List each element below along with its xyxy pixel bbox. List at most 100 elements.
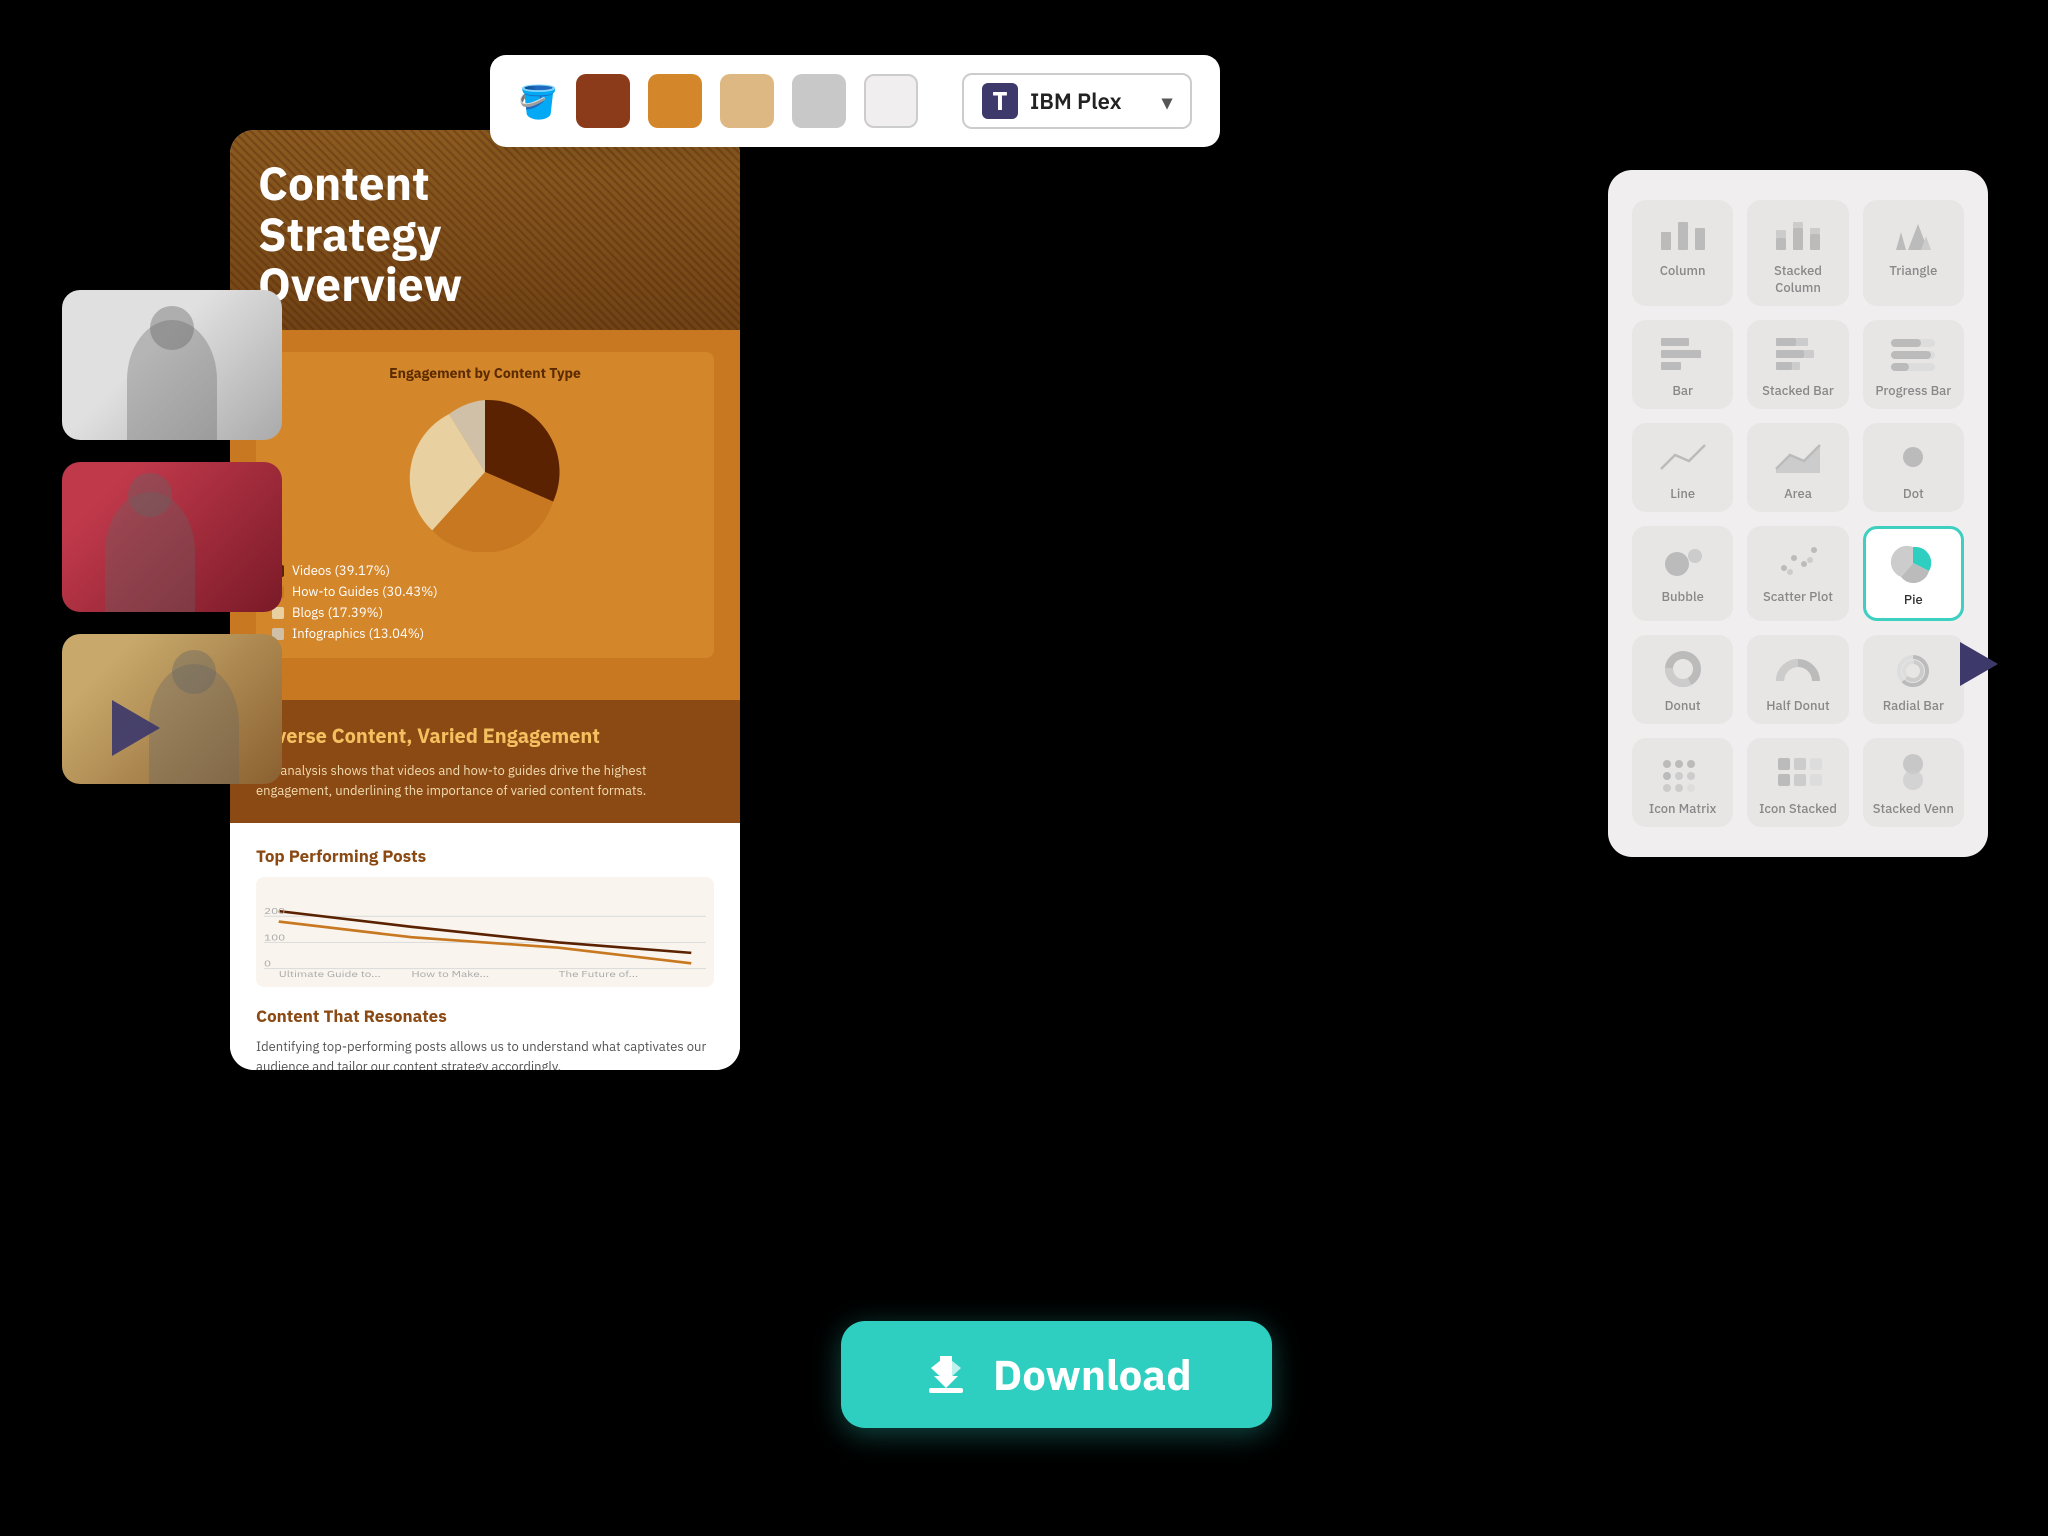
stacked-venn-icon <box>1887 752 1939 792</box>
icon-stacked-icon <box>1772 752 1824 792</box>
area-label: Area <box>1784 485 1812 502</box>
area-icon <box>1772 437 1824 477</box>
chart-type-icon-stacked[interactable]: Icon Stacked <box>1747 738 1848 827</box>
top-posts-heading: Top Performing Posts <box>256 845 714 867</box>
legend-label-howto: How-to Guides (30.43%) <box>292 583 438 600</box>
engagement-chart-box: Engagement by Content Type Video <box>256 352 714 658</box>
column-label: Column <box>1660 262 1706 279</box>
chart-type-area[interactable]: Area <box>1747 423 1848 512</box>
chart-type-dot[interactable]: Dot <box>1863 423 1964 512</box>
toolbar: 🪣 T IBM Plex ▾ <box>490 55 1220 147</box>
resonates-heading: Content That Resonates <box>256 1005 714 1027</box>
font-picker[interactable]: T IBM Plex ▾ <box>962 73 1192 129</box>
pie-legend: Videos (39.17%) How-to Guides (30.43%) B… <box>272 562 698 642</box>
color-swatch-tan[interactable] <box>720 74 774 128</box>
chart-type-column[interactable]: Column <box>1632 200 1733 306</box>
download-icon <box>921 1350 971 1400</box>
progress-bar-icon <box>1887 334 1939 374</box>
legend-label-videos: Videos (39.17%) <box>292 562 390 579</box>
chart-type-pie[interactable]: Pie <box>1863 526 1964 621</box>
pie-label: Pie <box>1904 591 1923 608</box>
card-image-3 <box>62 634 282 784</box>
infographic-white-section: Top Performing Posts Ultimate Guide to..… <box>230 823 740 1070</box>
svg-text:How to Make...: How to Make... <box>411 969 489 979</box>
triangle-icon <box>1887 214 1939 254</box>
chart-type-half-donut[interactable]: Half Donut <box>1747 635 1848 724</box>
scatter-label: Scatter Plot <box>1763 588 1833 605</box>
person-body-2 <box>105 492 195 612</box>
line-label: Line <box>1670 485 1695 502</box>
person-body-3 <box>149 664 239 784</box>
chart-type-panel: Column Stacked Column Triangle <box>1608 170 1988 857</box>
triangle-label: Triangle <box>1889 262 1937 279</box>
color-swatch-off-white[interactable] <box>864 74 918 128</box>
chart-type-bubble[interactable]: Bubble <box>1632 526 1733 621</box>
bar-icon <box>1657 334 1709 374</box>
card-image-2 <box>62 462 282 612</box>
infographic-dark-section: Diverse Content, Varied Engagement Our a… <box>230 700 740 823</box>
font-t-icon: T <box>982 83 1018 119</box>
resonates-text: Identifying top-performing posts allows … <box>256 1037 714 1070</box>
dot-label: Dot <box>1903 485 1924 502</box>
person-body-1 <box>127 320 217 440</box>
color-swatch-orange[interactable] <box>648 74 702 128</box>
svg-text:200: 200 <box>264 906 285 917</box>
chart-type-triangle[interactable]: Triangle <box>1863 200 1964 306</box>
svg-text:0: 0 <box>264 959 271 970</box>
paint-icon[interactable]: 🪣 <box>518 80 558 122</box>
infographic-title: ContentStrategyOverview <box>258 158 712 310</box>
legend-item-blogs: Blogs (17.39%) <box>272 604 698 621</box>
progress-bar-label: Progress Bar <box>1875 382 1951 399</box>
chart-type-scatter[interactable]: Scatter Plot <box>1747 526 1848 621</box>
color-swatch-light-gray[interactable] <box>792 74 846 128</box>
pie-chart <box>405 392 565 552</box>
cursor-arrow-icon <box>1960 642 1998 686</box>
play-cursor-icon <box>112 700 160 756</box>
legend-item-videos: Videos (39.17%) <box>272 562 698 579</box>
chart-type-stacked-venn[interactable]: Stacked Venn <box>1863 738 1964 827</box>
download-button[interactable]: Download <box>841 1321 1272 1428</box>
infographic-header: ContentStrategyOverview <box>230 130 740 330</box>
svg-text:Ultimate Guide to...: Ultimate Guide to... <box>279 969 381 979</box>
half-donut-label: Half Donut <box>1766 697 1830 714</box>
stacked-column-label: Stacked Column <box>1755 262 1840 296</box>
radial-bar-icon <box>1887 649 1939 689</box>
legend-label-blogs: Blogs (17.39%) <box>292 604 383 621</box>
legend-label-infographics: Infographics (13.04%) <box>292 625 424 642</box>
bubble-icon <box>1657 540 1709 580</box>
chart-type-icon-matrix[interactable]: Icon Matrix <box>1632 738 1733 827</box>
scatter-icon <box>1772 540 1824 580</box>
pie-chart-container <box>272 392 698 552</box>
chart-type-progress-bar[interactable]: Progress Bar <box>1863 320 1964 409</box>
chart-type-donut[interactable]: Donut <box>1632 635 1733 724</box>
svg-text:100: 100 <box>264 932 285 943</box>
radial-bar-label: Radial Bar <box>1883 697 1944 714</box>
stacked-venn-label: Stacked Venn <box>1873 800 1954 817</box>
chevron-down-icon: ▾ <box>1162 88 1172 115</box>
stacked-column-icon <box>1772 214 1824 254</box>
chart-type-bar[interactable]: Bar <box>1632 320 1733 409</box>
dark-section-text: Our analysis shows that videos and how-t… <box>256 761 714 801</box>
font-name: IBM Plex <box>1030 87 1122 116</box>
dark-section-headline: Diverse Content, Varied Engagement <box>256 722 714 749</box>
donut-label: Donut <box>1665 697 1701 714</box>
engagement-chart-title: Engagement by Content Type <box>272 364 698 382</box>
color-swatch-dark-brown[interactable] <box>576 74 630 128</box>
line-icon <box>1657 437 1709 477</box>
left-cards-panel <box>62 290 282 784</box>
icon-stacked-label: Icon Stacked <box>1759 800 1837 817</box>
bubble-label: Bubble <box>1661 588 1703 605</box>
chart-type-stacked-bar[interactable]: Stacked Bar <box>1747 320 1848 409</box>
infographic-orange-section: Engagement by Content Type Video <box>230 330 740 700</box>
chart-type-stacked-column[interactable]: Stacked Column <box>1747 200 1848 306</box>
chart-type-radial-bar[interactable]: Radial Bar <box>1863 635 1964 724</box>
line-chart-mini: Ultimate Guide to... How to Make... The … <box>256 877 714 987</box>
stacked-bar-label: Stacked Bar <box>1762 382 1834 399</box>
svg-text:The Future of...: The Future of... <box>559 969 639 979</box>
half-donut-icon <box>1772 649 1824 689</box>
bar-label: Bar <box>1672 382 1693 399</box>
icon-matrix-label: Icon Matrix <box>1649 800 1717 817</box>
card-image-1 <box>62 290 282 440</box>
column-icon <box>1657 214 1709 254</box>
chart-type-line[interactable]: Line <box>1632 423 1733 512</box>
